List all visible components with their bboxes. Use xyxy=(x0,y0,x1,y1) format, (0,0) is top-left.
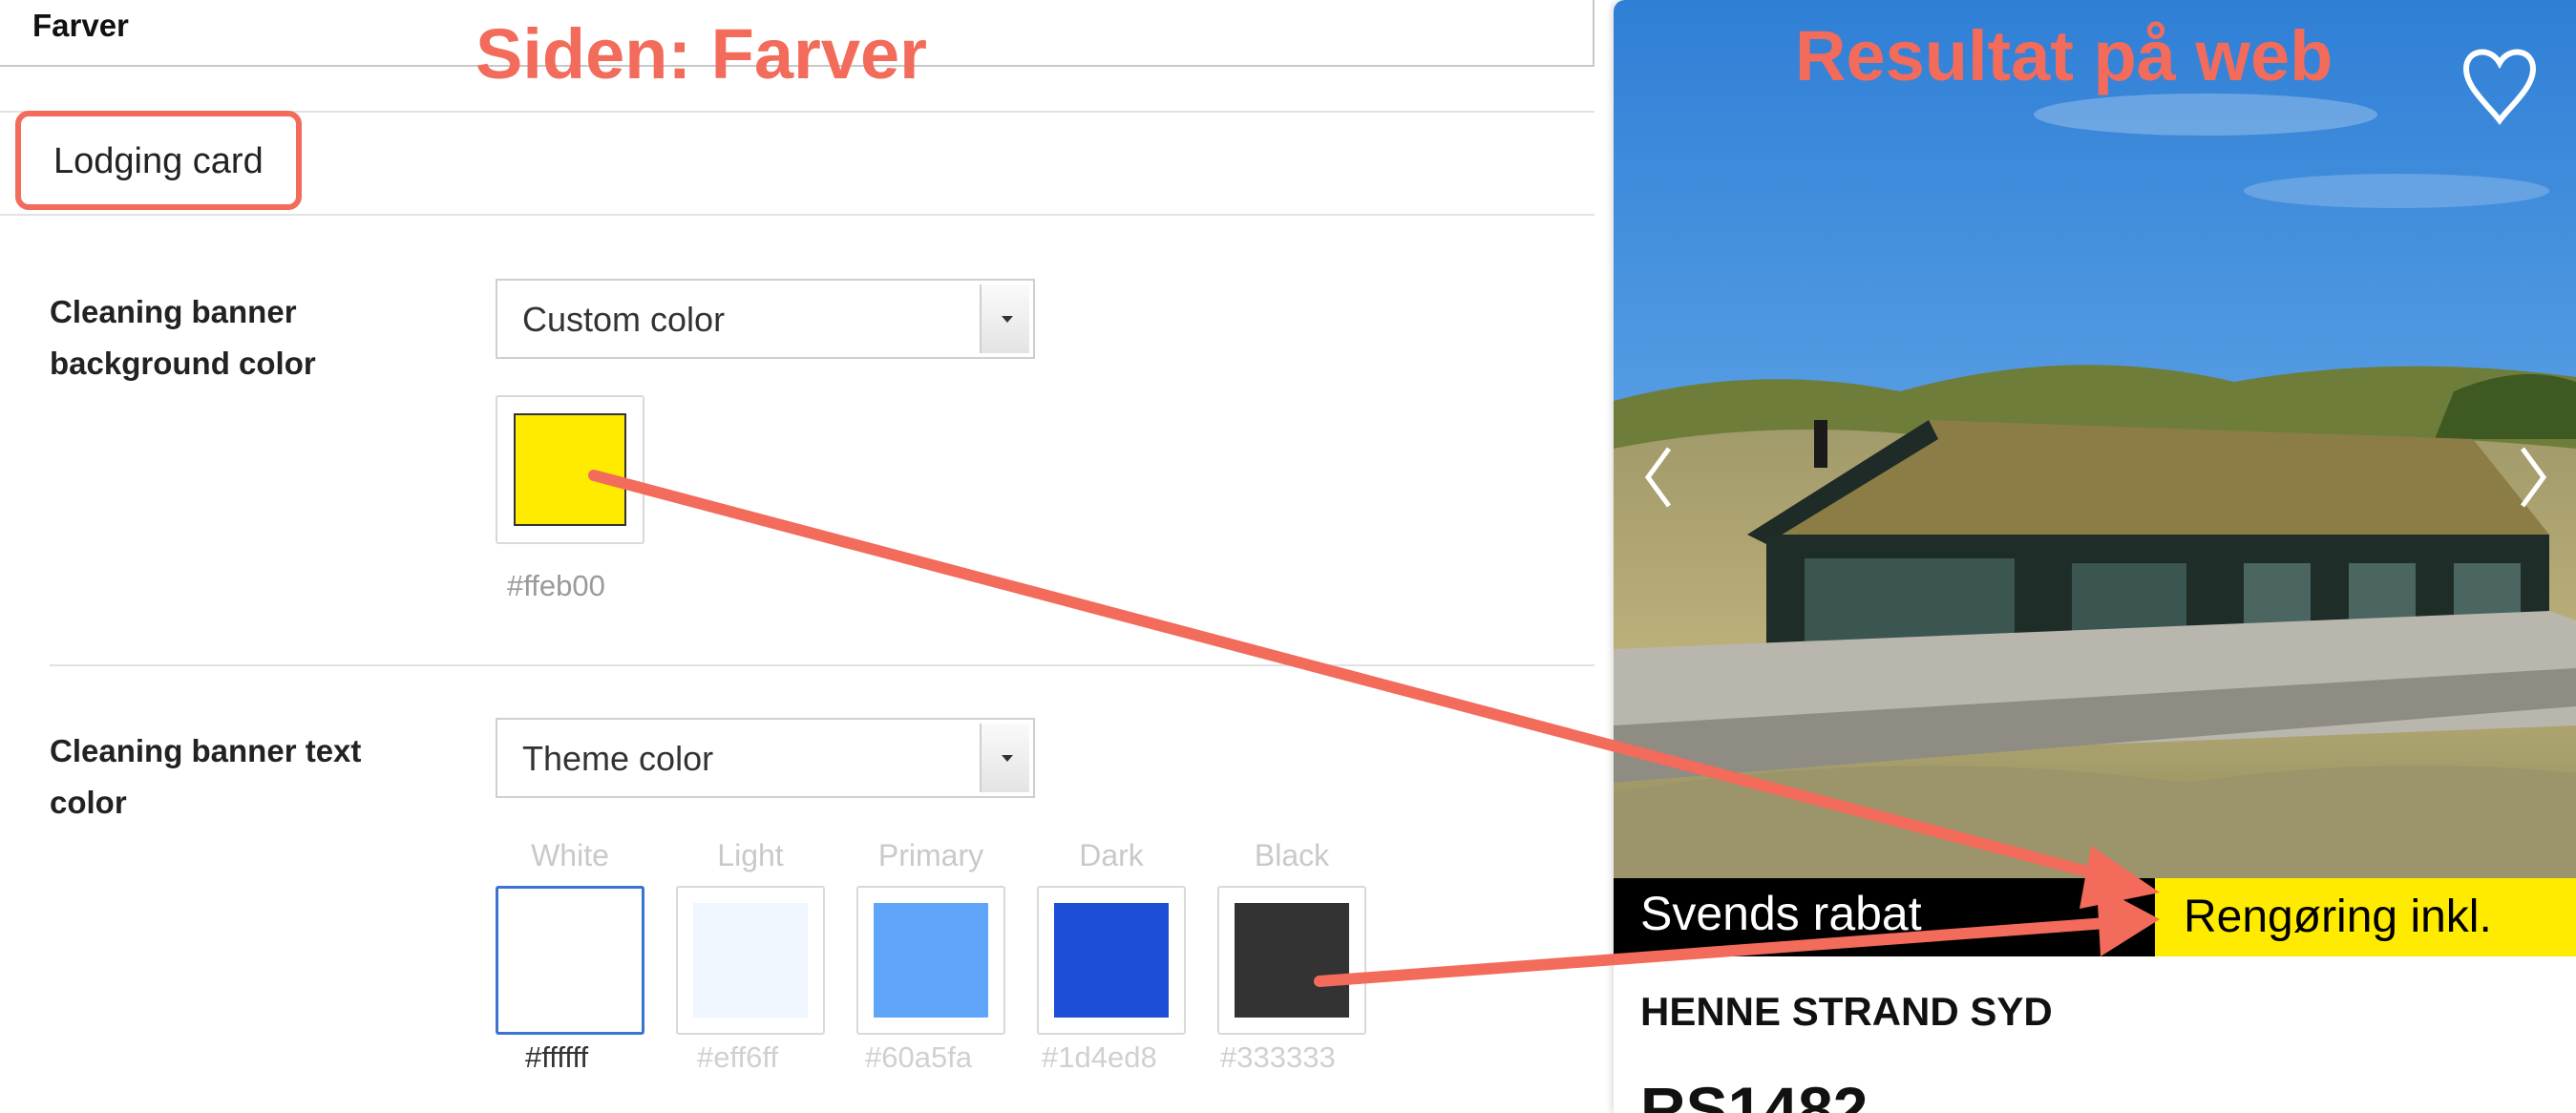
chevron-down-icon[interactable] xyxy=(980,284,1029,353)
divider xyxy=(0,214,1594,216)
cleaning-text-label-line2: color xyxy=(50,785,127,820)
theme-option-primary-hex: #60a5fa xyxy=(865,1040,973,1074)
cleaning-text-label: Cleaning banner text color xyxy=(50,725,432,829)
theme-option-white-hex: #ffffff xyxy=(525,1040,589,1074)
custom-color-swatch[interactable] xyxy=(496,395,644,544)
cleaning-bg-select-value: Custom color xyxy=(522,300,726,339)
cleaning-bg-label: Cleaning banner background color xyxy=(50,286,432,389)
theme-option-light-fill xyxy=(693,903,808,1018)
theme-option-light-label: Light xyxy=(717,838,784,872)
cleaning-bg-select[interactable]: Custom color xyxy=(496,279,1035,359)
lodging-card-preview: Svends rabat Rengøring inkl. HENNE STRAN… xyxy=(1614,0,2576,1113)
theme-option-white-fill xyxy=(508,898,634,1024)
theme-option-light[interactable] xyxy=(676,886,825,1035)
chevron-down-icon[interactable] xyxy=(980,724,1029,792)
theme-option-black-hex: #333333 xyxy=(1220,1040,1336,1074)
annotation-siden-farver: Siden: Farver xyxy=(475,14,927,94)
cleaning-bg-label-line1: Cleaning banner xyxy=(50,294,297,329)
carousel-next-button[interactable] xyxy=(2505,430,2563,525)
theme-option-light-hex: #eff6ff xyxy=(697,1040,779,1074)
divider xyxy=(50,664,1594,666)
discount-banner-text: Svends rabat xyxy=(1640,887,1922,940)
cleaning-banner: Rengøring inkl. xyxy=(2155,878,2576,956)
annotation-resultat-pa-web: Resultat på web xyxy=(1795,16,2333,95)
favorite-button[interactable] xyxy=(2458,38,2549,139)
theme-option-dark-label: Dark xyxy=(1079,838,1144,872)
location-title: HENNE STRAND SYD xyxy=(1640,989,2053,1034)
theme-option-black[interactable] xyxy=(1217,886,1366,1035)
tab-lodging-card[interactable]: Lodging card xyxy=(15,111,302,210)
cleaning-text-select-value: Theme color xyxy=(522,739,714,778)
discount-banner: Svends rabat xyxy=(1614,878,2155,956)
theme-option-primary-fill xyxy=(874,903,988,1018)
cleaning-banner-text: Rengøring inkl. xyxy=(2184,892,2492,942)
custom-color-swatch-fill xyxy=(514,413,626,526)
theme-option-primary-label: Primary xyxy=(877,838,984,872)
tab-lodging-card-label: Lodging card xyxy=(53,141,264,181)
farver-field-value: Farver xyxy=(32,8,129,43)
lodging-code: RS1482 xyxy=(1640,1074,1869,1113)
theme-option-primary[interactable] xyxy=(856,886,1005,1035)
theme-option-dark-hex: #1d4ed8 xyxy=(1042,1040,1157,1074)
cleaning-text-label-line1: Cleaning banner text xyxy=(50,733,362,768)
custom-color-hex: #ffeb00 xyxy=(507,569,605,602)
theme-option-white[interactable] xyxy=(496,886,644,1035)
cleaning-text-select[interactable]: Theme color xyxy=(496,718,1035,798)
theme-option-black-label: Black xyxy=(1254,838,1330,872)
lodging-photo xyxy=(1614,0,2576,878)
cleaning-bg-label-line2: background color xyxy=(50,346,316,381)
theme-option-dark-fill xyxy=(1054,903,1169,1018)
carousel-prev-button[interactable] xyxy=(1636,430,1694,525)
theme-option-black-fill xyxy=(1235,903,1349,1018)
theme-option-white-label: White xyxy=(531,838,609,872)
theme-option-dark[interactable] xyxy=(1037,886,1186,1035)
